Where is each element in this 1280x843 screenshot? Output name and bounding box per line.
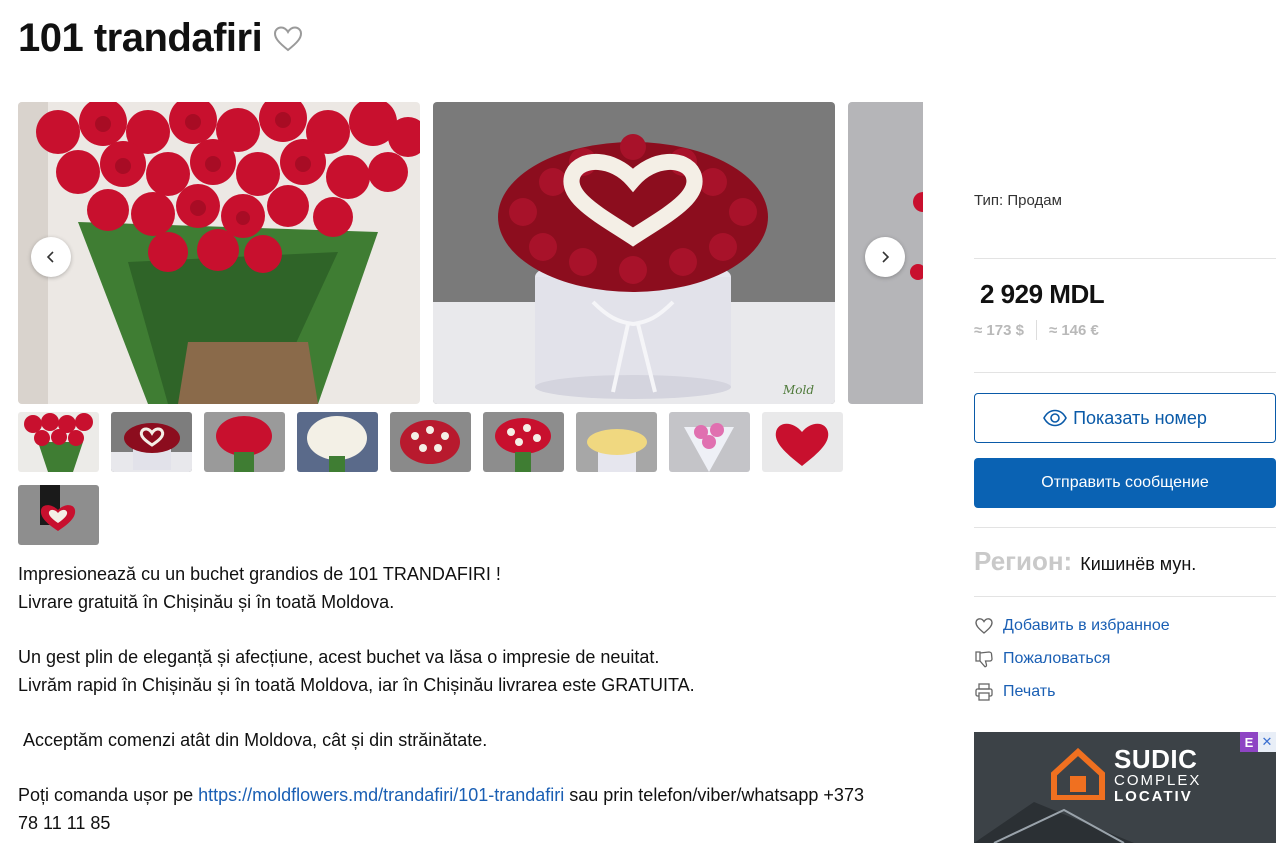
printer-icon — [974, 682, 994, 702]
gallery-next-button[interactable] — [865, 237, 905, 277]
eye-icon — [1043, 409, 1067, 427]
description-text: sau prin telefon/viber/whatsapp +373 — [564, 785, 864, 805]
description-line: Acceptăm comenzi atât din Moldova, cât ș… — [18, 730, 488, 750]
send-message-button[interactable]: Отправить сообщение — [974, 458, 1276, 508]
gallery-prev-button[interactable] — [31, 237, 71, 277]
description-line: Un gest plin de eleganță și afecțiune, a… — [18, 647, 660, 667]
region-label: Регион: — [974, 546, 1073, 576]
thumbnail-3[interactable] — [204, 412, 285, 472]
divider — [974, 596, 1276, 597]
svg-text:Mold: Mold — [782, 383, 814, 397]
print-label: Печать — [1003, 683, 1056, 700]
ad-brand-line2: COMPLEX — [1114, 772, 1202, 789]
thumbs-down-icon — [974, 649, 994, 669]
price: 2 929 MDL — [980, 279, 1105, 309]
ad-close-icon[interactable]: ✕ — [1258, 732, 1276, 752]
gallery-photo-2[interactable]: Mold — [433, 102, 835, 404]
favorite-heart-icon[interactable] — [272, 23, 304, 55]
price-usd: ≈ 173 $ — [974, 321, 1024, 339]
description-line: Livrare gratuită în Chișinău și în toată… — [18, 592, 395, 612]
print-link[interactable]: Печать — [974, 682, 1055, 702]
report-label: Пожаловаться — [1003, 650, 1111, 667]
divider — [974, 258, 1276, 259]
thumbnail-4[interactable] — [297, 412, 378, 472]
chevron-left-icon — [46, 251, 54, 263]
thumbnail-5[interactable] — [390, 412, 471, 472]
description-line: Poți comanda ușor pe https://moldflowers… — [18, 781, 918, 809]
chevron-right-icon — [882, 251, 890, 263]
heart-icon — [974, 616, 994, 636]
price-conversions: ≈ 173 $ ≈ 146 € — [974, 320, 1099, 340]
listing-description: Impresionează cu un buchet grandios de 1… — [18, 560, 918, 837]
thumbnail-9[interactable] — [762, 412, 843, 472]
thumbnail-10[interactable] — [18, 485, 99, 545]
description-line: Impresionează cu un buchet grandios de 1… — [18, 564, 501, 584]
report-link[interactable]: Пожаловаться — [974, 649, 1110, 669]
shop-link[interactable]: https://moldflowers.md/trandafiri/101-tr… — [198, 785, 564, 805]
price-eur: ≈ 146 € — [1048, 321, 1099, 339]
add-favorite-label: Добавить в избранное — [1003, 617, 1170, 634]
ad-brand-line1: SUDIC — [1114, 744, 1198, 774]
photo-gallery: Mold — [18, 102, 923, 404]
advertisement-banner[interactable]: SUDIC COMPLEX LOCATIV E ✕ — [974, 732, 1276, 843]
divider — [974, 372, 1276, 373]
region-value: Кишинёв мун. — [1080, 554, 1197, 574]
thumbnail-8[interactable] — [669, 412, 750, 472]
ad-controls: E ✕ — [1240, 732, 1276, 752]
region-row: Регион: Кишинёв мун. — [974, 546, 1196, 577]
show-phone-label: Показать номер — [1073, 407, 1207, 428]
description-line: 78 11 11 85 — [18, 813, 111, 833]
ad-badge-icon[interactable]: E — [1240, 732, 1258, 752]
thumbnail-7[interactable] — [576, 412, 657, 472]
thumbnail-6[interactable] — [483, 412, 564, 472]
divider — [974, 527, 1276, 528]
thumbnail-2[interactable] — [111, 412, 192, 472]
house-logo-icon — [1050, 747, 1106, 805]
divider — [1035, 320, 1037, 340]
ad-brand-line3: LOCATIV — [1114, 788, 1193, 805]
title-row: 101 trandafiri — [18, 16, 304, 61]
gallery-photo-1[interactable] — [18, 102, 420, 404]
add-favorite-link[interactable]: Добавить в избранное — [974, 616, 1170, 636]
description-text: Poți comanda ușor pe — [18, 785, 199, 805]
listing-type: Тип: Продам — [974, 192, 1062, 209]
show-phone-button[interactable]: Показать номер — [974, 393, 1276, 443]
description-line: Livrăm rapid în Chișinău și în toată Mol… — [18, 675, 695, 695]
thumbnail-1[interactable] — [18, 412, 99, 472]
page-title: 101 trandafiri — [18, 16, 263, 60]
